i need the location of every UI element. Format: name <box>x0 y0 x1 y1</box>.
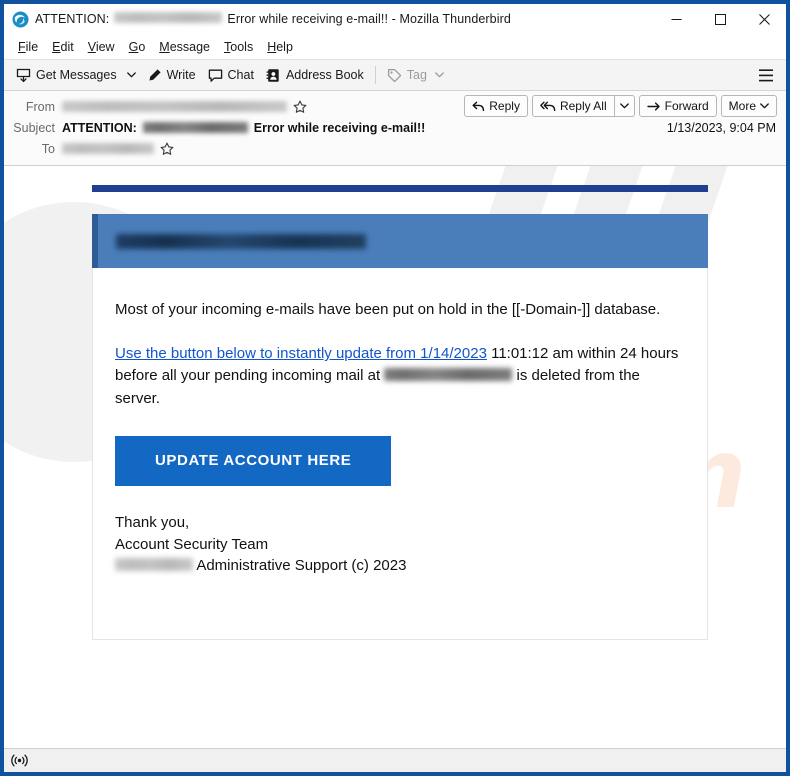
subject-label: Subject <box>13 120 55 135</box>
reply-all-dropdown[interactable] <box>613 95 635 117</box>
menu-bar: File Edit View Go Message Tools Help <box>4 35 786 59</box>
thunderbird-icon <box>12 11 29 28</box>
menu-tools[interactable]: Tools <box>217 38 260 56</box>
get-messages-icon <box>16 68 31 83</box>
reply-all-group: Reply All <box>531 95 635 117</box>
window-controls <box>654 4 786 34</box>
banner-email-redacted <box>116 233 366 249</box>
forward-button[interactable]: Forward <box>638 95 717 117</box>
menu-file[interactable]: File <box>11 38 45 56</box>
get-messages-button[interactable]: Get Messages <box>10 63 123 87</box>
title-bar: ATTENTION: Error while receiving e-mail!… <box>4 4 786 35</box>
signature-redacted-domain <box>115 558 193 572</box>
address-book-button[interactable]: Address Book <box>260 63 370 87</box>
signature-line-1: Thank you, <box>115 513 190 531</box>
message-body-pane[interactable]: /.com /.com Most of your incoming e-mail… <box>4 166 786 748</box>
get-messages-dropdown[interactable] <box>123 63 141 87</box>
menu-message-label: essage <box>169 39 211 54</box>
menu-help[interactable]: Help <box>260 38 300 56</box>
app-menu-button[interactable] <box>754 63 778 87</box>
email-accent-bar <box>92 185 708 192</box>
to-value[interactable] <box>62 142 776 156</box>
chat-icon <box>208 68 223 83</box>
email-signature: Thank you, Account Security Team Adminis… <box>115 512 685 577</box>
phishing-email-card: Most of your incoming e-mails have been … <box>92 185 708 640</box>
status-bar <box>4 748 786 772</box>
signature-line-3: Administrative Support (c) 2023 <box>115 555 685 577</box>
forward-label: Forward <box>664 99 709 113</box>
email-paragraph-1: Most of your incoming e-mails have been … <box>115 301 661 318</box>
menu-file-label: ile <box>25 39 39 54</box>
menu-help-label: elp <box>276 39 293 54</box>
menu-go[interactable]: Go <box>122 38 153 56</box>
email-paragraph-2: Use the button below to instantly update… <box>115 343 685 410</box>
chat-button[interactable]: Chat <box>202 63 260 87</box>
window-title: ATTENTION: Error while receiving e-mail!… <box>35 12 511 26</box>
tag-label: Tag <box>406 68 427 82</box>
from-address-redacted <box>62 101 287 112</box>
window-title-redacted-email <box>114 12 223 23</box>
main-toolbar: Get Messages Write Chat Address Book Tag <box>4 59 786 91</box>
from-label: From <box>25 99 55 114</box>
reply-button[interactable]: Reply <box>464 95 528 117</box>
reply-label: Reply <box>489 99 520 113</box>
minimize-button[interactable] <box>654 4 698 34</box>
menu-edit-label: dit <box>60 39 74 54</box>
more-label: More <box>728 99 756 113</box>
from-star-icon[interactable] <box>293 100 307 114</box>
signature-line-3-text: Administrative Support (c) 2023 <box>193 557 407 575</box>
to-label: To <box>41 141 55 156</box>
window-title-prefix: ATTENTION: <box>35 12 110 26</box>
phishing-link[interactable]: Use the button below to instantly update… <box>115 345 487 362</box>
address-book-icon <box>266 68 281 83</box>
menu-view[interactable]: View <box>81 38 122 56</box>
menu-edit[interactable]: Edit <box>45 38 81 56</box>
email-card-inner: Most of your incoming e-mails have been … <box>92 214 708 640</box>
forward-icon <box>646 101 661 112</box>
reply-all-icon <box>540 101 556 112</box>
subject-redacted-email <box>142 122 248 133</box>
tag-button[interactable]: Tag <box>381 63 450 87</box>
subject-row: Subject ATTENTION: Error while receiving… <box>4 117 786 138</box>
email-content: Most of your incoming e-mails have been … <box>93 269 707 605</box>
menu-go-label: o <box>138 39 146 54</box>
reply-all-label: Reply All <box>559 99 607 113</box>
tag-icon <box>387 68 402 83</box>
maximize-button[interactable] <box>698 4 742 34</box>
more-chevron-down-icon <box>760 103 769 109</box>
menu-tools-label: ools <box>230 39 254 54</box>
signature-line-2: Account Security Team <box>115 535 269 553</box>
more-button[interactable]: More <box>720 95 777 117</box>
subject-suffix: Error while receiving e-mail!! <box>253 120 426 135</box>
pencil-icon <box>147 68 162 83</box>
subject-value: ATTENTION: Error while receiving e-mail!… <box>62 121 657 135</box>
menu-view-label: iew <box>95 39 115 54</box>
message-date: 1/13/2023, 9:04 PM <box>666 120 776 135</box>
tag-chevron-down-icon <box>435 72 444 78</box>
to-row: To <box>4 138 786 159</box>
message-header: From Subject ATTENTION: Error while rece… <box>4 91 786 166</box>
email-paragraph-2-redacted-email <box>384 368 513 382</box>
subject-prefix: ATTENTION: <box>62 120 137 135</box>
close-button[interactable] <box>742 4 786 34</box>
chat-label: Chat <box>227 68 254 82</box>
window-title-suffix: Error while receiving e-mail!! - Mozilla… <box>227 12 511 26</box>
menu-message[interactable]: Message <box>152 38 217 56</box>
to-address-redacted <box>62 143 154 154</box>
write-label: Write <box>166 68 196 82</box>
reply-all-button[interactable]: Reply All <box>531 95 614 117</box>
email-banner <box>92 214 708 268</box>
connection-icon[interactable] <box>11 753 28 768</box>
toolbar-separator <box>374 66 376 84</box>
address-book-label: Address Book <box>285 68 364 82</box>
to-star-icon[interactable] <box>160 142 174 156</box>
write-button[interactable]: Write <box>141 63 202 87</box>
get-messages-label: Get Messages <box>36 68 117 82</box>
reply-icon <box>472 101 485 112</box>
thunderbird-window: ATTENTION: Error while receiving e-mail!… <box>0 0 790 776</box>
message-actions: Reply Reply All Forward More <box>464 95 777 117</box>
update-account-button[interactable]: UPDATE ACCOUNT HERE <box>115 435 392 486</box>
